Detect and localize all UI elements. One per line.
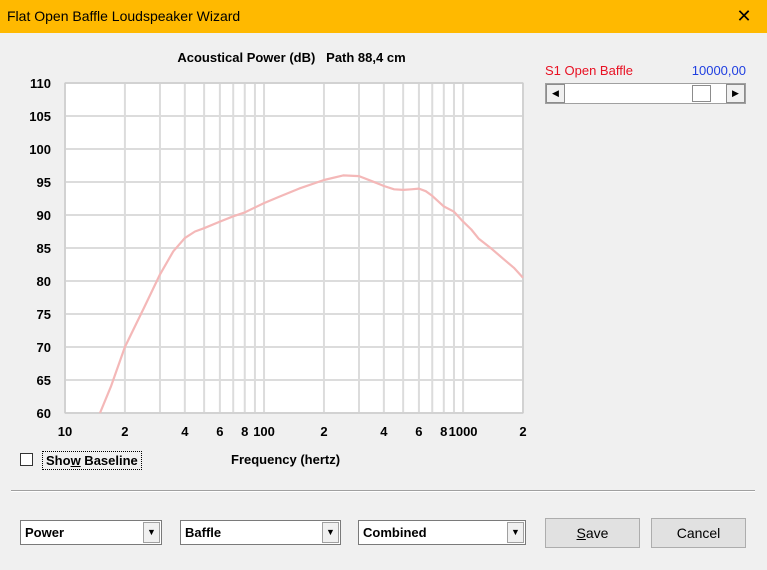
- x-tick-label: 4: [181, 424, 189, 439]
- show-baseline-checkbox[interactable]: [20, 453, 33, 466]
- x-tick-label: 2: [121, 424, 128, 439]
- separator: [11, 490, 755, 492]
- y-tick-label: 80: [37, 274, 51, 289]
- frequency-response-chart: 606570758085909510010511010 2 4 6 8 100 2 4 6 8 10…: [29, 76, 526, 439]
- y-tick-label: 95: [37, 175, 51, 190]
- combined-select[interactable]: Combined ▼: [358, 520, 526, 545]
- y-tick-label: 105: [29, 109, 51, 124]
- show-baseline-label[interactable]: Show Baseline: [42, 451, 142, 470]
- x-tick-label: 6: [415, 424, 422, 439]
- chevron-down-icon[interactable]: ▼: [322, 522, 339, 543]
- save-button[interactable]: Save: [545, 518, 640, 548]
- window-title: Flat Open Baffle Loudspeaker Wizard: [7, 8, 241, 24]
- x-axis-label: Frequency (hertz): [231, 452, 341, 467]
- chart-title: Acoustical Power (dB) Path 88,4 cm: [177, 50, 406, 65]
- x-tick-label: 8: [440, 424, 447, 439]
- baffle-select[interactable]: Baffle ▼: [180, 520, 341, 545]
- x-tick-label: 6: [216, 424, 223, 439]
- y-tick-label: 110: [30, 76, 51, 91]
- x-tick-label: 2: [519, 424, 526, 439]
- x-tick-label: 10: [58, 424, 72, 439]
- series-label: S1 Open Baffle: [545, 63, 633, 78]
- y-tick-label: 70: [37, 340, 51, 355]
- x-tick-label: 100: [253, 424, 275, 439]
- y-tick-label: 60: [37, 406, 51, 421]
- y-tick-label: 100: [29, 142, 51, 157]
- scroll-thumb[interactable]: [691, 85, 711, 102]
- mode-select[interactable]: Power ▼: [20, 520, 162, 545]
- mode-select-value: Power: [25, 525, 65, 540]
- scroll-left-icon[interactable]: ◀: [546, 84, 565, 103]
- y-tick-label: 90: [37, 208, 51, 223]
- x-tick-label: 8: [241, 424, 248, 439]
- baffle-select-value: Baffle: [185, 525, 222, 540]
- x-tick-label: 1000: [449, 424, 478, 439]
- chevron-down-icon[interactable]: ▼: [143, 522, 160, 543]
- series-scrollbar[interactable]: ◀ ▶: [545, 83, 746, 104]
- y-tick-label: 85: [37, 241, 51, 256]
- title-bar: Flat Open Baffle Loudspeaker Wizard ✕: [0, 0, 767, 33]
- y-tick-label: 65: [37, 373, 51, 388]
- chevron-down-icon[interactable]: ▼: [507, 522, 524, 543]
- x-tick-label: 4: [380, 424, 388, 439]
- scroll-right-icon[interactable]: ▶: [726, 84, 745, 103]
- x-tick-label: 2: [320, 424, 327, 439]
- close-icon[interactable]: ✕: [721, 0, 767, 33]
- cancel-button[interactable]: Cancel: [651, 518, 746, 548]
- y-tick-label: 75: [37, 307, 51, 322]
- series-value: 10000,00: [691, 63, 746, 78]
- combined-select-value: Combined: [363, 525, 427, 540]
